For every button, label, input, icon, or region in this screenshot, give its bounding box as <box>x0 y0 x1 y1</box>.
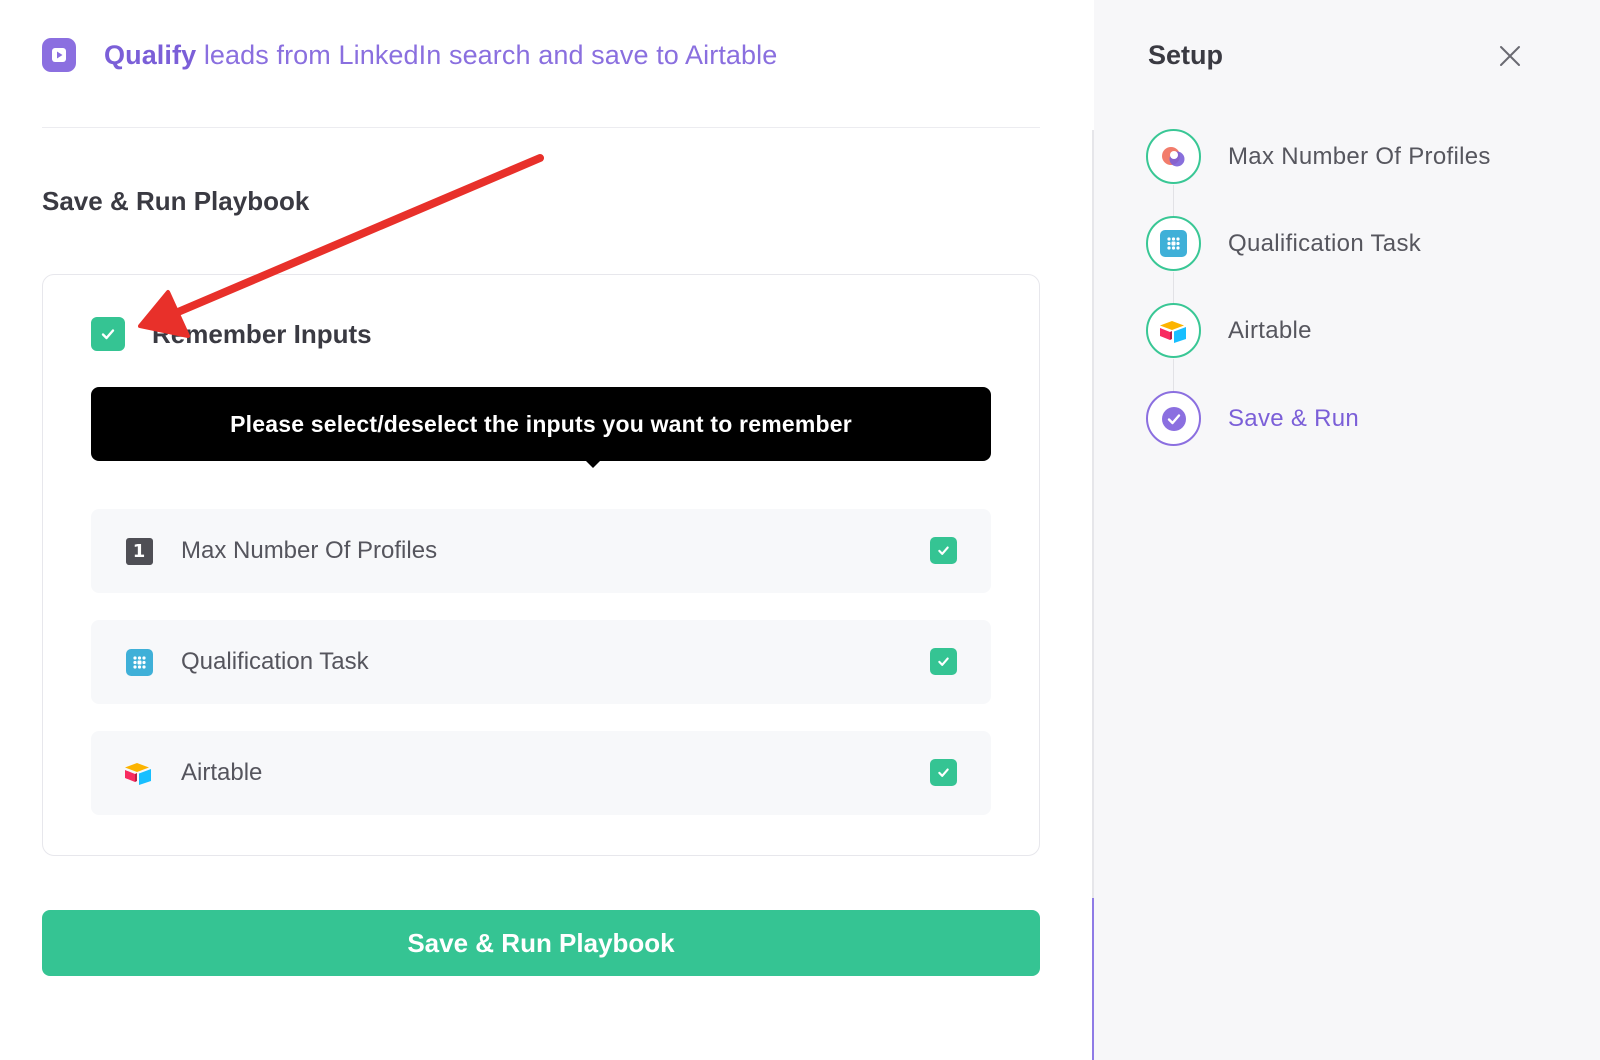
input-row-max-profiles[interactable]: 1 Max Number Of Profiles <box>91 509 991 593</box>
sidebar-step-label: Save & Run <box>1228 404 1360 432</box>
sidebar-step-save-and-run[interactable]: Save & Run <box>1146 391 1359 446</box>
tooltip-arrow <box>586 461 600 468</box>
save-and-run-button[interactable]: Save & Run Playbook <box>42 910 1040 976</box>
sidebar-step-label: Airtable <box>1228 316 1312 344</box>
step-connector <box>1173 185 1174 216</box>
check-icon <box>938 657 949 666</box>
check-icon <box>938 546 949 555</box>
input-row-label: Airtable <box>181 759 263 786</box>
check-circle-icon <box>1146 391 1201 446</box>
remember-inputs-card: Remember Inputs Please select/deselect t… <box>42 274 1040 856</box>
section-title: Save & Run Playbook <box>42 186 310 216</box>
sidebar-step-label: Qualification Task <box>1228 229 1422 257</box>
remember-inputs-label: Remember Inputs <box>152 318 372 349</box>
remember-inputs-checkbox[interactable] <box>91 317 125 351</box>
sidebar-step-max-profiles[interactable]: Max Number Of Profiles <box>1146 129 1491 184</box>
check-icon <box>101 329 115 340</box>
input-row-label: Qualification Task <box>181 648 369 675</box>
step-connector <box>1173 359 1174 391</box>
input-checkbox-max-profiles[interactable] <box>930 537 957 564</box>
airtable-logo-icon <box>125 759 153 787</box>
main-panel: Qualify leads from LinkedIn search and s… <box>0 0 1094 1060</box>
grid-dots-icon <box>1146 216 1201 271</box>
airtable-logo-icon <box>1146 303 1201 358</box>
profiles-logo-icon <box>1146 129 1201 184</box>
playbook-title-rest: leads from LinkedIn search and save to A… <box>196 39 778 70</box>
sidebar-step-qualification-task[interactable]: Qualification Task <box>1146 216 1421 271</box>
check-icon <box>938 768 949 777</box>
sidebar-title: Setup <box>1148 40 1224 70</box>
header-divider <box>42 127 1040 128</box>
play-icon <box>42 38 76 72</box>
input-row-qualification-task[interactable]: Qualification Task <box>91 620 991 704</box>
playbook-title-strong: Qualify <box>104 39 197 70</box>
remember-inputs-row[interactable]: Remember Inputs <box>91 317 372 351</box>
close-icon[interactable] <box>1498 44 1522 68</box>
tooltip-text: Please select/deselect the inputs you wa… <box>230 410 852 437</box>
input-row-label: Max Number Of Profiles <box>181 537 438 564</box>
grid-dots-icon <box>125 648 153 676</box>
input-row-airtable[interactable]: Airtable <box>91 731 991 815</box>
playbook-header: Qualify leads from LinkedIn search and s… <box>42 38 777 72</box>
tooltip: Please select/deselect the inputs you wa… <box>91 387 991 468</box>
input-checkbox-qualification-task[interactable] <box>930 648 957 675</box>
sidebar-step-label: Max Number Of Profiles <box>1228 142 1491 170</box>
input-checkbox-airtable[interactable] <box>930 759 957 786</box>
number-1-icon: 1 <box>125 537 153 565</box>
step-connector <box>1173 272 1174 303</box>
sidebar-step-airtable[interactable]: Airtable <box>1146 303 1312 358</box>
playbook-title: Qualify leads from LinkedIn search and s… <box>104 40 777 71</box>
setup-sidebar: Setup Max Number Of Profiles Qualificati… <box>1094 0 1600 1060</box>
